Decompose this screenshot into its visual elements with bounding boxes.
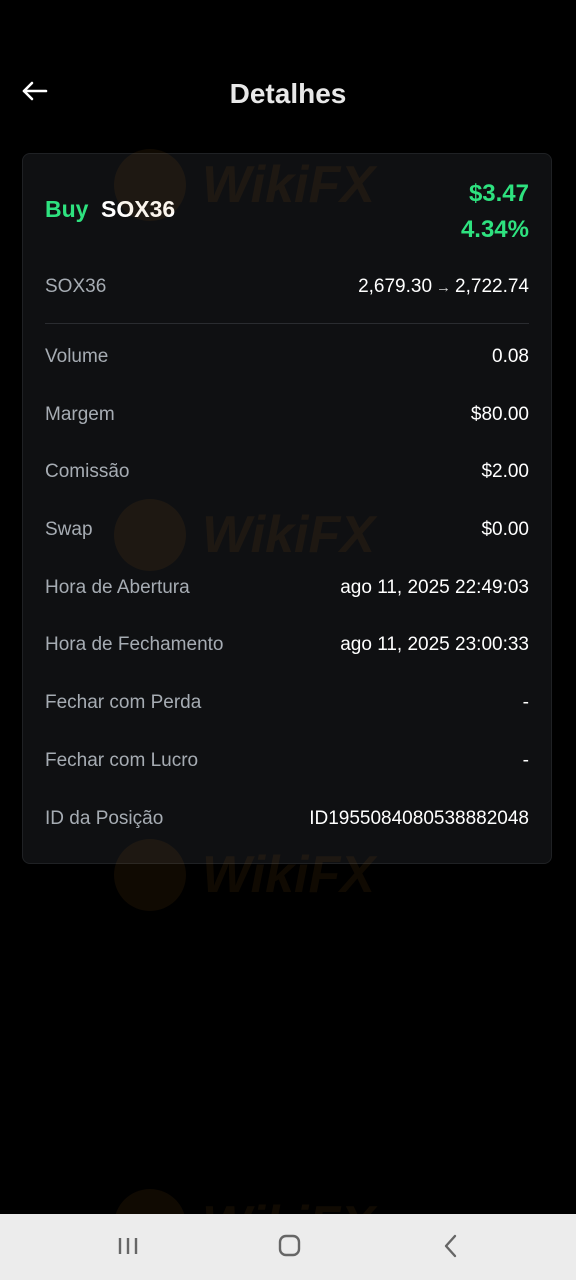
detail-row-position-id: ID da Posição ID1955084080538882048	[45, 804, 529, 862]
divider	[45, 323, 529, 324]
detail-value: $80.00	[470, 403, 529, 425]
recent-apps-icon	[118, 1238, 138, 1254]
detail-label: ID da Posição	[45, 807, 164, 829]
detail-value: ID1955084080538882048	[309, 807, 529, 829]
open-price: 2,679.30	[358, 276, 433, 297]
detail-label: Hora de Fechamento	[45, 634, 224, 656]
detail-row-take-profit: Fechar com Lucro -	[45, 746, 529, 804]
detail-row-volume: Volume 0.08	[45, 342, 529, 400]
price-label: SOX36	[45, 276, 107, 297]
page-title: Detalhes	[229, 78, 347, 109]
trade-symbol: SOX36	[101, 196, 176, 222]
detail-label: Hora de Abertura	[45, 576, 190, 598]
detail-value: $2.00	[481, 461, 529, 483]
details-list: Volume 0.08 Margem $80.00 Comissão $2.00…	[45, 342, 529, 861]
detail-value: -	[522, 749, 529, 771]
detail-value: ago 11, 2025 22:49:03	[340, 576, 529, 598]
close-price: 2,722.74	[455, 276, 529, 297]
system-back-button[interactable]	[430, 1228, 470, 1264]
detail-label: Comissão	[45, 461, 130, 483]
profit-percent: 4.34%	[460, 216, 529, 243]
detail-row-commission: Comissão $2.00	[45, 457, 529, 515]
home-button[interactable]	[269, 1228, 309, 1264]
recent-apps-button[interactable]	[108, 1228, 148, 1264]
detail-row-margin: Margem $80.00	[45, 400, 529, 458]
trade-side: Buy	[45, 196, 89, 222]
home-icon	[278, 1234, 301, 1257]
chevron-left-icon	[444, 1234, 457, 1258]
header-bar: Detalhes	[0, 60, 576, 128]
detail-label: Volume	[45, 346, 109, 367]
system-nav-bar	[0, 1214, 576, 1280]
profit-summary: $3.47 4.34%	[461, 176, 529, 248]
detail-label: Swap	[45, 519, 93, 541]
arrow-right-icon: →	[436, 279, 452, 296]
detail-label: Margem	[45, 403, 115, 425]
price-row: SOX36 2,679.30 → 2,722.74	[45, 272, 529, 302]
detail-label: Fechar com Perda	[45, 692, 202, 714]
detail-value: 0.08	[492, 346, 529, 367]
detail-value: $0.00	[481, 519, 529, 541]
profit-amount: $3.47	[468, 180, 529, 207]
detail-value: -	[522, 692, 529, 714]
detail-row-close-time: Hora de Fechamento ago 11, 2025 23:00:33	[45, 630, 529, 688]
detail-row-open-time: Hora de Abertura ago 11, 2025 22:49:03	[45, 573, 529, 631]
trade-details-card: Buy SOX36 $3.47 4.34% SOX36 2,679.30 → 2,7…	[22, 153, 552, 864]
trade-summary: Buy SOX36 $3.47 4.34%	[45, 176, 529, 248]
detail-row-stop-loss: Fechar com Perda -	[45, 688, 529, 746]
detail-value: ago 11, 2025 23:00:33	[340, 634, 529, 656]
detail-label: Fechar com Lucro	[45, 749, 199, 771]
price-range: 2,679.30 → 2,722.74	[358, 276, 529, 298]
detail-row-swap: Swap $0.00	[45, 515, 529, 573]
